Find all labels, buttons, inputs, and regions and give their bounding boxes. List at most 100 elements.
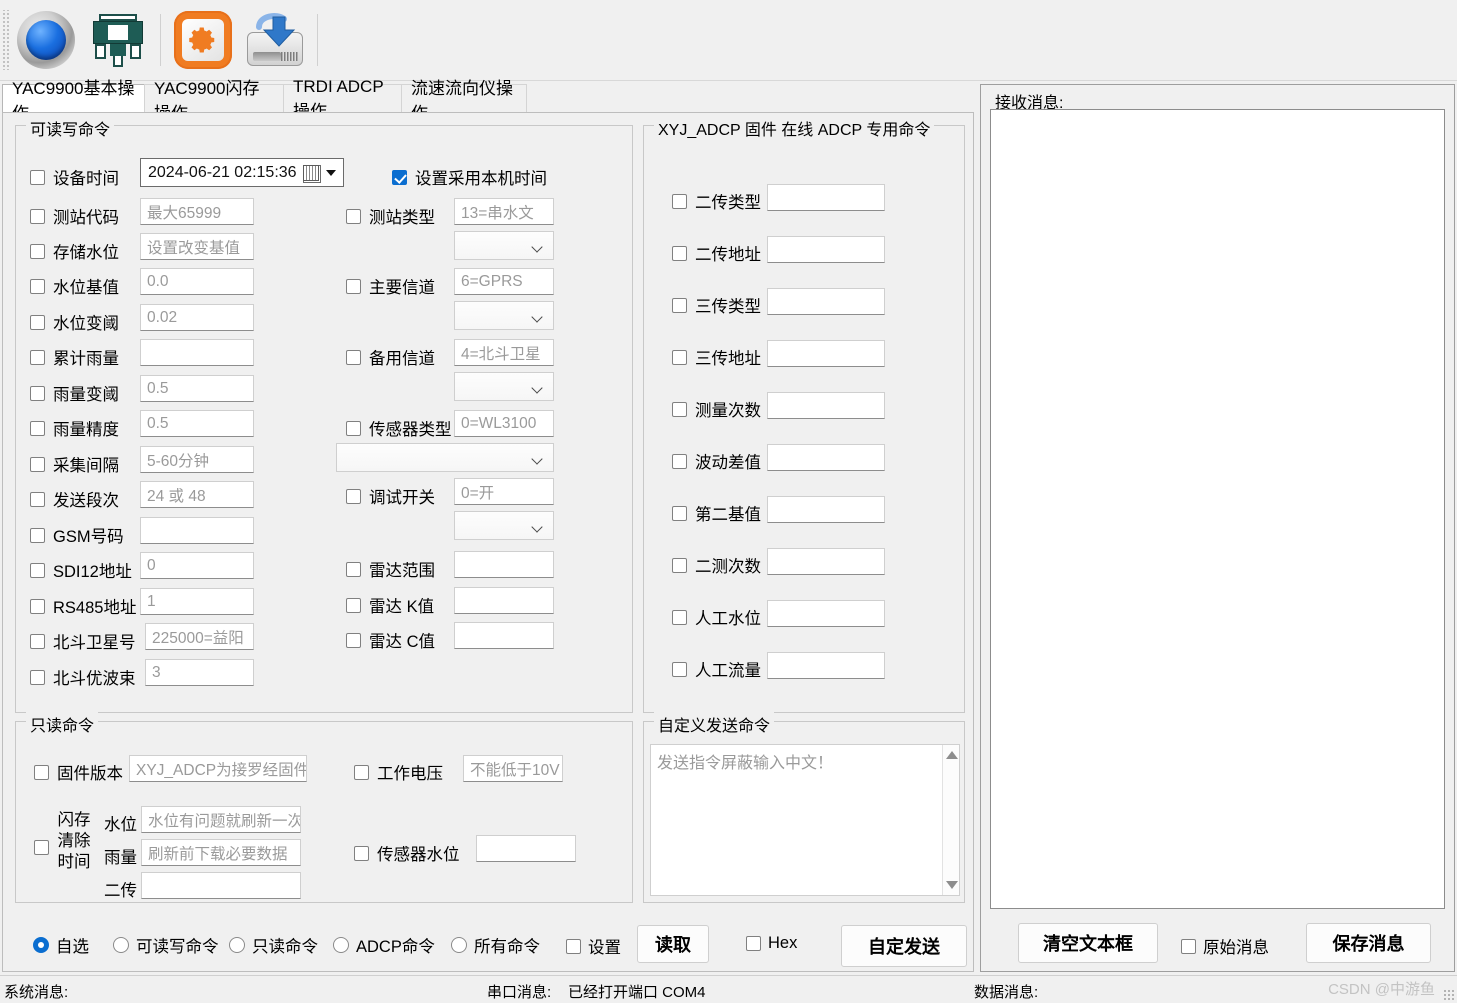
save-message-button[interactable]: 保存消息 xyxy=(1306,923,1431,963)
rs485-address-checkbox[interactable] xyxy=(30,598,45,614)
power-button[interactable] xyxy=(10,6,82,74)
field-radar-k[interactable]: 雷达 K值 xyxy=(346,593,434,617)
backup-channel-checkbox[interactable] xyxy=(346,349,361,365)
sdi12-address-checkbox[interactable] xyxy=(30,562,45,578)
beidou-beam-checkbox[interactable] xyxy=(30,669,45,685)
window-resize-grip[interactable] xyxy=(1443,989,1455,1001)
work-voltage-input[interactable]: 不能低于10V xyxy=(463,755,563,782)
send-segments-input[interactable]: 24 或 48 xyxy=(140,481,254,508)
sensor-level-input[interactable] xyxy=(476,835,576,862)
custom-send-textarea[interactable]: 发送指令屏蔽输入中文！ xyxy=(650,744,960,896)
radar-k-input[interactable] xyxy=(454,587,554,614)
manual-flow-checkbox[interactable] xyxy=(672,661,687,677)
sensor-type-checkbox[interactable] xyxy=(346,420,361,436)
serial-port-button[interactable] xyxy=(82,6,154,74)
radar-range-input[interactable] xyxy=(454,551,554,578)
read-button[interactable]: 读取 xyxy=(637,925,709,963)
sensor-level-checkbox[interactable] xyxy=(354,845,369,861)
radio-readonly-icon[interactable] xyxy=(229,937,245,953)
tab-flow-meter[interactable]: 流速流向仪操作 xyxy=(401,79,527,123)
total-rain-input[interactable] xyxy=(140,339,254,366)
field-sensor-level[interactable]: 传感器水位 xyxy=(354,841,460,865)
rain-precision-checkbox[interactable] xyxy=(30,420,45,436)
flash-level-input[interactable]: 水位有问题就刷新一次 xyxy=(141,806,301,833)
field-sample-interval[interactable]: 采集间隔 xyxy=(30,452,119,476)
manual-level-input[interactable] xyxy=(767,600,885,627)
firmware-version-checkbox[interactable] xyxy=(34,764,49,780)
field-sensor-type[interactable]: 传感器类型 xyxy=(346,416,452,440)
adcp-2nd-type-input[interactable] xyxy=(767,184,885,211)
tab-trdi-adcp[interactable]: TRDI ADCP 操作 xyxy=(283,77,403,121)
adcp-3rd-addr-input[interactable] xyxy=(767,340,885,367)
manual-level-checkbox[interactable] xyxy=(672,609,687,625)
level-threshold-checkbox[interactable] xyxy=(30,314,45,330)
fluctuation-diff-checkbox[interactable] xyxy=(672,453,687,469)
level-threshold-input[interactable]: 0.02 xyxy=(140,304,254,331)
measure-count-input[interactable] xyxy=(767,392,885,419)
radio-option-all[interactable]: 所有命令 xyxy=(451,933,540,957)
adcp-2nd-addr-checkbox[interactable] xyxy=(672,245,687,261)
tab-yac9900-basic[interactable]: YAC9900基本操作 xyxy=(2,79,148,123)
store-level-checkbox[interactable] xyxy=(30,243,45,259)
flash-secondary-input[interactable] xyxy=(141,872,301,899)
radio-option-rw[interactable]: 可读写命令 xyxy=(113,933,219,957)
beidou-satellite-checkbox[interactable] xyxy=(30,633,45,649)
use-local-time-checkbox[interactable] xyxy=(392,169,407,185)
fluctuation-diff-input[interactable] xyxy=(767,444,885,471)
field-sdi12-address[interactable]: SDI12地址 xyxy=(30,558,132,582)
backup-channel-combobox[interactable] xyxy=(454,372,554,401)
rain-precision-input[interactable]: 0.5 xyxy=(140,410,254,437)
tab-yac9900-flash[interactable]: YAC9900闪存操作 xyxy=(144,79,285,123)
adcp-3rd-type-input[interactable] xyxy=(767,288,885,315)
hex-checkbox[interactable] xyxy=(746,936,761,951)
station-type-input[interactable]: 13=串水文 xyxy=(454,198,554,225)
station-type-checkbox[interactable] xyxy=(346,208,361,224)
radar-range-checkbox[interactable] xyxy=(346,561,361,577)
work-voltage-checkbox[interactable] xyxy=(354,764,369,780)
field-manual-level[interactable]: 人工水位 xyxy=(672,605,761,629)
field-fluctuation-diff[interactable]: 波动差值 xyxy=(672,449,761,473)
debug-switch-input[interactable]: 0=开 xyxy=(454,478,554,505)
second-base-input[interactable] xyxy=(767,496,885,523)
level-base-input[interactable]: 0.0 xyxy=(140,268,254,295)
radio-all-icon[interactable] xyxy=(451,937,467,953)
field-adcp-2nd-type[interactable]: 二传类型 xyxy=(672,189,761,213)
adcp-3rd-addr-checkbox[interactable] xyxy=(672,349,687,365)
field-second-measure-count[interactable]: 二测次数 xyxy=(672,553,761,577)
total-rain-checkbox[interactable] xyxy=(30,349,45,365)
station-type-combobox[interactable] xyxy=(454,231,554,260)
field-gsm-number[interactable]: GSM号码 xyxy=(30,523,124,547)
manual-flow-input[interactable] xyxy=(767,652,885,679)
field-main-channel[interactable]: 主要信道 xyxy=(346,274,435,298)
gsm-number-input[interactable] xyxy=(140,517,254,544)
toolbar-drag-grip[interactable] xyxy=(1,10,10,70)
sensor-type-combobox[interactable] xyxy=(336,443,554,472)
field-station-type[interactable]: 测站类型 xyxy=(346,204,435,228)
flash-clear-time-checkbox[interactable] xyxy=(34,840,49,855)
main-channel-checkbox[interactable] xyxy=(346,278,361,294)
scroll-down-icon[interactable] xyxy=(946,881,958,889)
clear-textbox-button[interactable]: 清空文本框 xyxy=(1018,923,1158,963)
send-segments-checkbox[interactable] xyxy=(30,491,45,507)
beidou-beam-input[interactable]: 3 xyxy=(145,659,254,686)
adcp-2nd-addr-input[interactable] xyxy=(767,236,885,263)
flash-rain-input[interactable]: 刷新前下载必要数据 xyxy=(141,839,301,866)
field-adcp-3rd-type[interactable]: 三传类型 xyxy=(672,293,761,317)
main-channel-input[interactable]: 6=GPRS xyxy=(454,268,554,295)
field-adcp-3rd-addr[interactable]: 三传地址 xyxy=(672,345,761,369)
radio-rw-icon[interactable] xyxy=(113,937,129,953)
device-time-checkbox[interactable] xyxy=(30,169,45,185)
field-send-segments[interactable]: 发送段次 xyxy=(30,487,119,511)
sdi12-address-input[interactable]: 0 xyxy=(140,552,254,579)
sample-interval-input[interactable]: 5-60分钟 xyxy=(140,446,254,473)
field-manual-flow[interactable]: 人工流量 xyxy=(672,657,761,681)
field-measure-count[interactable]: 测量次数 xyxy=(672,397,761,421)
rain-threshold-input[interactable]: 0.5 xyxy=(140,375,254,402)
rain-threshold-checkbox[interactable] xyxy=(30,385,45,401)
station-code-input[interactable]: 最大65999 xyxy=(140,198,254,225)
beidou-satellite-input[interactable]: 225000=益阳 xyxy=(145,623,254,650)
field-radar-range[interactable]: 雷达范围 xyxy=(346,557,435,581)
level-base-checkbox[interactable] xyxy=(30,278,45,294)
sample-interval-checkbox[interactable] xyxy=(30,456,45,472)
custom-send-button[interactable]: 自定发送 xyxy=(841,925,967,967)
